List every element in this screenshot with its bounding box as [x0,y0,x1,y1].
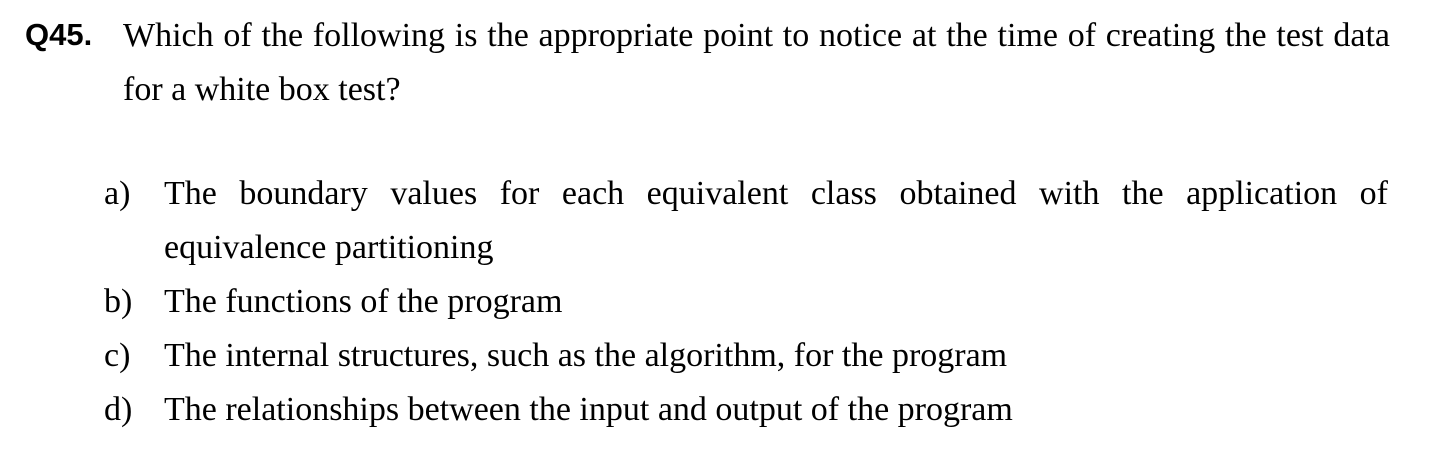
option-text: The boundary values for each equivalent … [164,175,1388,266]
option-d: d) The relationships between the input a… [104,383,1388,437]
option-letter: c) [104,337,131,374]
option-c: c) The internal structures, such as the … [104,329,1388,383]
option-letter: b) [104,283,133,320]
option-text: The relationships between the input and … [164,391,1013,428]
option-a: a) The boundary values for each equivale… [104,167,1388,275]
option-b: b) The functions of the program [104,275,1388,329]
question-block: Q45. Which of the following is the appro… [25,9,1390,117]
option-text: The functions of the program [164,283,563,320]
option-letter: a) [104,175,131,212]
question-text: Which of the following is the appropriat… [123,17,1390,108]
answer-options: a) The boundary values for each equivale… [104,167,1388,437]
option-text: The internal structures, such as the alg… [164,337,1008,374]
option-letter: d) [104,391,133,428]
question-number: Q45. [25,17,93,52]
